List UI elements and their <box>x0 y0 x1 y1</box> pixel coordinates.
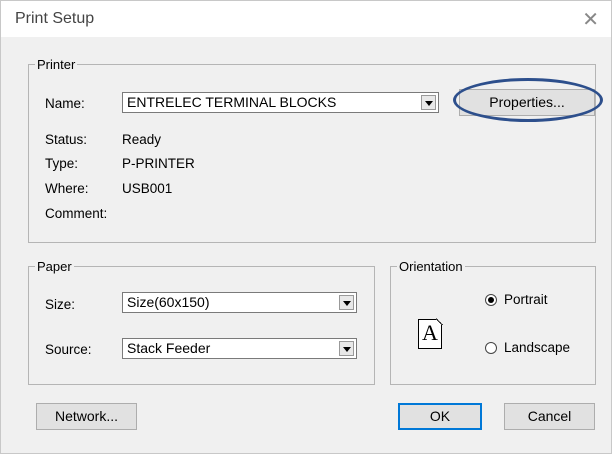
printer-name-dropdown[interactable]: ENTRELEC TERMINAL BLOCKS <box>122 92 439 113</box>
chevron-down-icon[interactable] <box>339 341 354 356</box>
properties-button[interactable]: Properties... <box>459 89 595 116</box>
printer-group-legend: Printer <box>37 57 76 72</box>
landscape-label[interactable]: Landscape <box>504 340 570 355</box>
type-value: P-PRINTER <box>122 156 195 171</box>
paper-group-legend: Paper <box>37 259 72 274</box>
landscape-radio[interactable] <box>485 342 497 354</box>
paper-source-dropdown[interactable]: Stack Feeder <box>122 338 357 359</box>
chevron-down-icon[interactable] <box>339 295 354 310</box>
portrait-label[interactable]: Portrait <box>504 292 548 307</box>
paper-size-dropdown[interactable]: Size(60x150) <box>122 292 357 313</box>
ok-button[interactable]: OK <box>398 403 482 430</box>
orientation-group-legend: Orientation <box>399 259 463 274</box>
where-value: USB001 <box>122 181 173 196</box>
window-title: Print Setup <box>15 10 95 27</box>
chevron-down-icon[interactable] <box>421 95 436 110</box>
where-label: Where: <box>45 181 89 196</box>
network-button[interactable]: Network... <box>36 403 137 430</box>
title-bar: Print Setup ✕ <box>1 1 611 37</box>
print-setup-dialog: Print Setup ✕ Printer Name: ENTRELEC TER… <box>0 0 612 454</box>
portrait-radio[interactable] <box>485 294 497 306</box>
paper-source-label: Source: <box>45 342 92 357</box>
status-value: Ready <box>122 132 162 147</box>
comment-label: Comment: <box>45 206 108 221</box>
paper-size-label: Size: <box>45 297 76 312</box>
cancel-button[interactable]: Cancel <box>504 403 595 430</box>
paper-size-value: Size(60x150) <box>127 294 210 310</box>
printer-name-value: ENTRELEC TERMINAL BLOCKS <box>127 94 337 110</box>
printer-group: Printer <box>28 57 596 243</box>
paper-source-value: Stack Feeder <box>127 340 211 356</box>
type-label: Type: <box>45 156 79 171</box>
close-icon[interactable]: ✕ <box>582 7 599 32</box>
printer-name-label: Name: <box>45 96 85 111</box>
status-label: Status: <box>45 132 88 147</box>
portrait-page-icon: A <box>418 318 443 349</box>
paper-group: Paper <box>28 259 375 385</box>
